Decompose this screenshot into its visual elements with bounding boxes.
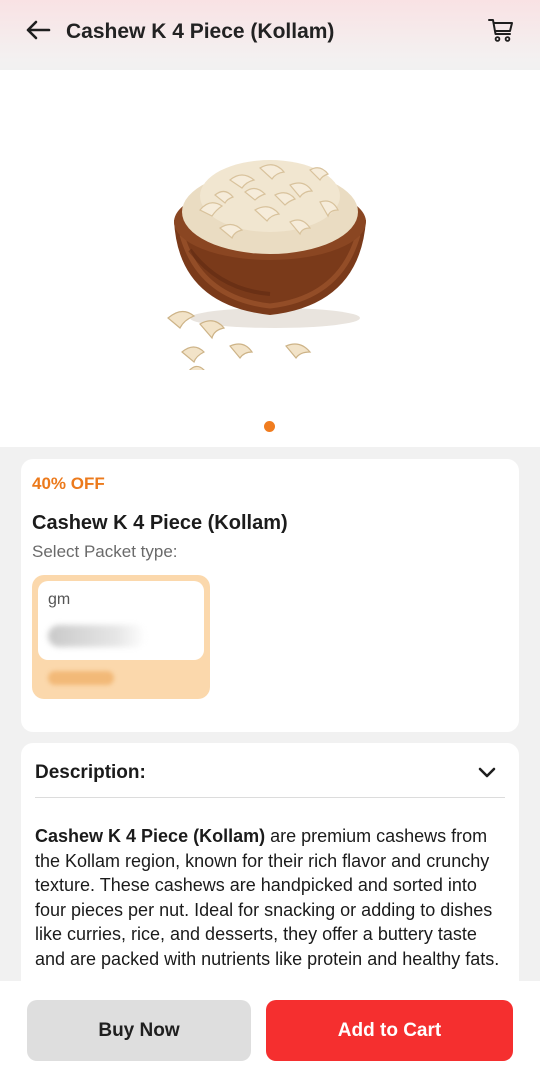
packet-price-redacted [48, 671, 114, 685]
arrow-left-icon [25, 19, 51, 46]
packet-weight-redacted [48, 625, 146, 647]
description-bold-lead: Cashew K 4 Piece (Kollam) [35, 826, 266, 846]
discount-badge: 40% OFF [32, 474, 105, 493]
add-to-cart-button[interactable]: Add to Cart [266, 1000, 513, 1061]
packet-unit-label: gm [48, 591, 71, 608]
description-text: are premium cashews from the Kollam regi… [35, 826, 500, 969]
description-toggle[interactable] [475, 763, 499, 787]
cart-button[interactable] [484, 15, 518, 49]
description-divider [35, 797, 505, 798]
cart-icon [487, 16, 515, 49]
carousel-dot-active[interactable] [264, 421, 275, 432]
buy-now-button[interactable]: Buy Now [27, 1000, 251, 1061]
bottom-action-bar: Buy Now Add to Cart [0, 981, 540, 1087]
product-image [160, 140, 380, 379]
description-body: Cashew K 4 Piece (Kollam) are premium ca… [35, 824, 509, 971]
product-info-card: 40% OFF Cashew K 4 Piece (Kollam) Select… [21, 459, 519, 732]
product-name: Cashew K 4 Piece (Kollam) [32, 512, 288, 534]
packet-option-selected[interactable]: gm [32, 575, 210, 699]
packet-option-inner: gm [38, 581, 204, 660]
page-title: Cashew K 4 Piece (Kollam) [66, 20, 335, 43]
description-title: Description: [35, 762, 146, 783]
chevron-down-icon [478, 766, 496, 784]
back-button[interactable] [22, 16, 54, 48]
packet-type-label: Select Packet type: [32, 542, 178, 561]
product-gallery[interactable] [0, 70, 540, 447]
app-header: Cashew K 4 Piece (Kollam) [0, 0, 540, 70]
